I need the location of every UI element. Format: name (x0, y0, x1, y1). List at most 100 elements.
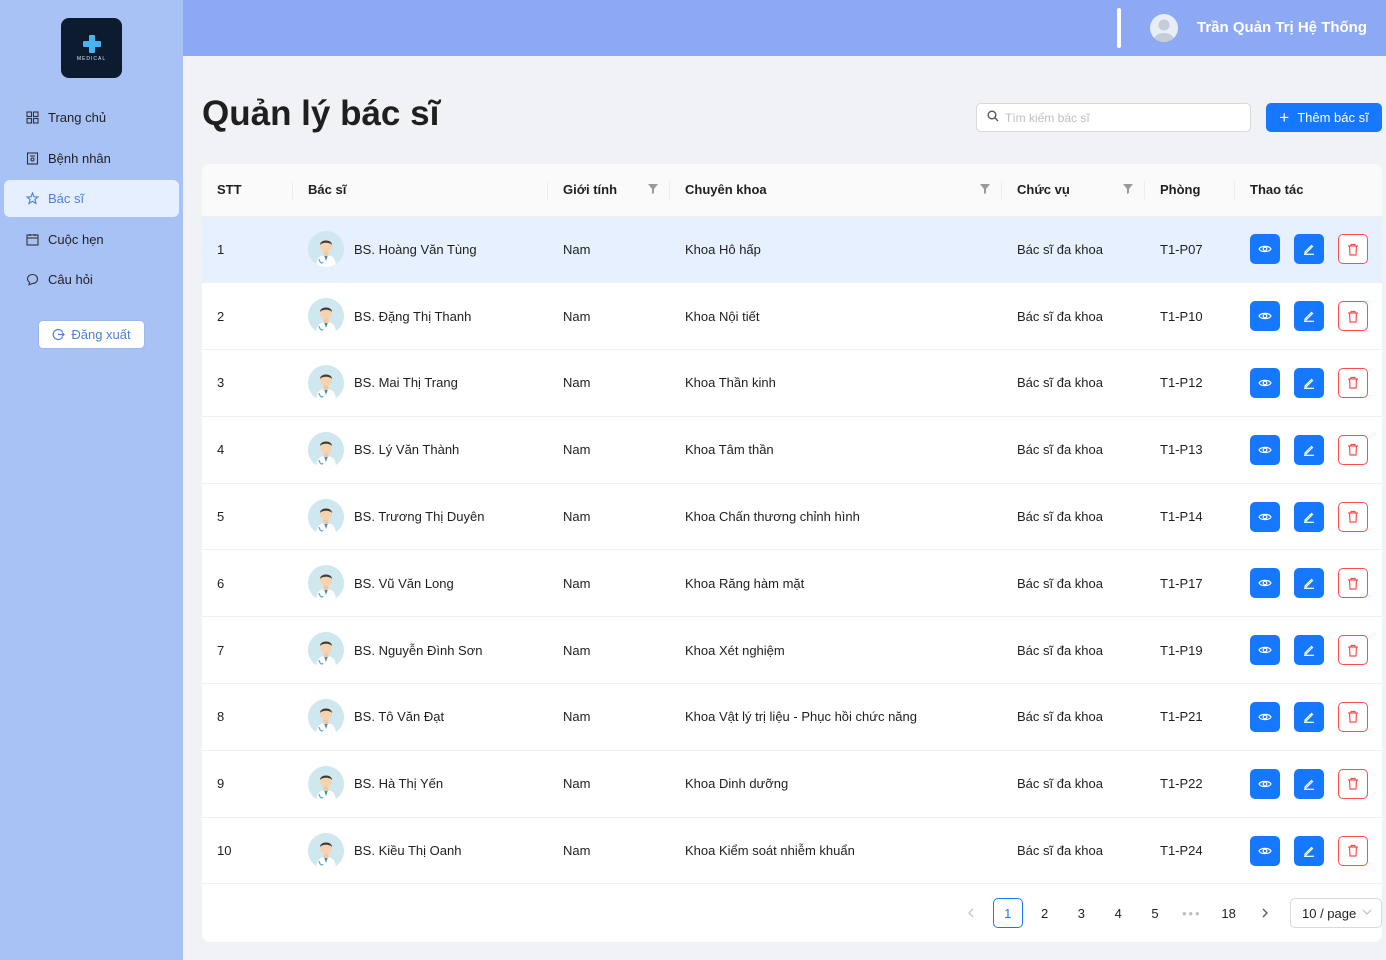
sidebar-item-label: Câu hỏi (48, 272, 93, 287)
user-avatar-icon[interactable] (1150, 14, 1178, 42)
cell-room: T1-P12 (1145, 349, 1235, 417)
edit-button[interactable] (1294, 635, 1324, 666)
cell-stt: 10 (202, 817, 293, 885)
edit-button[interactable] (1294, 768, 1324, 799)
app-logo[interactable]: MEDICAL (61, 18, 122, 78)
doctor-name: BS. Vũ Văn Long (354, 575, 454, 591)
page-size-value: 10 / page (1302, 905, 1357, 921)
cell-specialty: Khoa Răng hàm mặt (670, 549, 1002, 618)
table-row[interactable]: 4 BS. Lý Văn Thành Nam Khoa Tâm thần Bác sĩ … (202, 416, 1382, 484)
sidebar-item-label: Cuộc hẹn (48, 231, 104, 247)
cell-position: Bác sĩ đa khoa (1002, 750, 1145, 818)
delete-button[interactable] (1338, 301, 1368, 332)
page-button-5[interactable]: 5 (1140, 898, 1170, 928)
page-ellipsis[interactable]: ••• (1177, 898, 1207, 928)
edit-button[interactable] (1294, 434, 1324, 465)
cell-specialty: Khoa Hô hấp (670, 216, 1002, 284)
delete-button[interactable] (1338, 234, 1368, 265)
cell-gender: Nam (548, 683, 670, 751)
cell-doctor: BS. Đặng Thị Thanh (293, 282, 548, 351)
cell-actions (1235, 817, 1382, 885)
doctor-avatar (308, 498, 344, 535)
delete-button[interactable] (1338, 367, 1368, 398)
plus-icon: + (1279, 108, 1290, 127)
table-row[interactable]: 6 BS. Vũ Văn Long Nam Khoa Răng hàm mặt Bác … (202, 549, 1382, 618)
column-header-room: Phòng (1145, 164, 1235, 217)
edit-button[interactable] (1294, 501, 1324, 532)
delete-button[interactable] (1338, 701, 1368, 732)
cell-actions (1235, 282, 1382, 351)
edit-button[interactable] (1294, 301, 1324, 332)
cell-stt: 3 (202, 349, 293, 417)
page-button-2[interactable]: 2 (1030, 898, 1060, 928)
prev-page-button[interactable] (956, 898, 986, 928)
view-button[interactable] (1250, 301, 1280, 332)
view-button[interactable] (1250, 701, 1280, 732)
view-button[interactable] (1250, 568, 1280, 599)
sidebar-item-questions[interactable]: Câu hỏi (4, 261, 179, 298)
view-button[interactable] (1250, 635, 1280, 666)
next-page-button[interactable] (1250, 898, 1280, 928)
edit-button[interactable] (1294, 367, 1324, 398)
top-header: Trần Quản Trị Hệ Thống (183, 0, 1386, 56)
filter-icon[interactable] (980, 184, 990, 194)
edit-button[interactable] (1294, 701, 1324, 732)
add-doctor-button[interactable]: + Thêm bác sĩ (1266, 103, 1382, 132)
logout-button[interactable]: Đăng xuất (38, 320, 145, 349)
sidebar-item-appointments[interactable]: Cuộc hẹn (4, 221, 179, 258)
table-row[interactable]: 2 BS. Đặng Thị Thanh Nam Khoa Nội tiết Bác s… (202, 282, 1382, 351)
cell-actions (1235, 216, 1382, 284)
view-button[interactable] (1250, 501, 1280, 532)
cell-stt: 8 (202, 683, 293, 751)
doctor-avatar (308, 632, 344, 669)
delete-button[interactable] (1338, 568, 1368, 599)
view-button[interactable] (1250, 234, 1280, 265)
doctor-avatar (308, 698, 344, 735)
delete-button[interactable] (1338, 835, 1368, 866)
search-box[interactable] (976, 103, 1251, 132)
column-header-position[interactable]: Chức vụ (1002, 164, 1145, 217)
table-row[interactable]: 9 BS. Hà Thị Yến Nam Khoa Dinh dưỡng Bác sĩ … (202, 750, 1382, 818)
delete-button[interactable] (1338, 434, 1368, 465)
table-row[interactable]: 8 BS. Tô Văn Đạt Nam Khoa Vật lý trị liệu -… (202, 683, 1382, 751)
column-header-specialty[interactable]: Chuyên khoa (670, 164, 1002, 217)
table-row[interactable]: 7 BS. Nguyễn Đình Sơn Nam Khoa Xét nghiệm Bá… (202, 616, 1382, 685)
table-row[interactable]: 10 BS. Kiều Thị Oanh Nam Khoa Kiểm soát nhi… (202, 817, 1382, 885)
filter-icon[interactable] (1123, 184, 1133, 194)
view-button[interactable] (1250, 434, 1280, 465)
cell-specialty: Khoa Chấn thương chỉnh hình (670, 483, 1002, 551)
page-button-4[interactable]: 4 (1103, 898, 1133, 928)
sidebar-item-doctors[interactable]: Bác sĩ (4, 180, 179, 217)
page-size-select[interactable]: 10 / page (1290, 898, 1382, 928)
delete-button[interactable] (1338, 501, 1368, 532)
delete-button[interactable] (1338, 768, 1368, 799)
delete-button[interactable] (1338, 635, 1368, 666)
trash-icon (1347, 310, 1359, 323)
medical-cross-icon (82, 34, 101, 53)
cell-doctor: BS. Lý Văn Thành (293, 416, 548, 484)
filter-icon[interactable] (648, 184, 658, 194)
sidebar-item-label: Bác sĩ (48, 191, 85, 206)
page-button-1[interactable]: 1 (992, 898, 1023, 928)
search-input[interactable] (1005, 110, 1235, 125)
user-name[interactable]: Trần Quản Trị Hệ Thống (1197, 19, 1367, 36)
cell-actions (1235, 483, 1382, 551)
cell-stt: 9 (202, 750, 293, 818)
view-button[interactable] (1250, 835, 1280, 866)
page-button-3[interactable]: 3 (1066, 898, 1096, 928)
edit-icon (1303, 310, 1315, 323)
edit-button[interactable] (1294, 835, 1324, 866)
sidebar-item-patients[interactable]: Bệnh nhân (4, 140, 179, 177)
column-header-gender[interactable]: Giới tính (548, 164, 670, 217)
table-row[interactable]: 1 BS. Hoàng Văn Tùng Nam Khoa Hô hấp Bác sĩ … (202, 216, 1382, 284)
view-button[interactable] (1250, 768, 1280, 799)
table-row[interactable]: 5 BS. Trương Thị Duyên Nam Khoa Chấn thương… (202, 483, 1382, 551)
doctor-name: BS. Đặng Thị Thanh (354, 308, 472, 324)
page-button-last[interactable]: 18 (1214, 898, 1244, 928)
table-row[interactable]: 3 BS. Mai Thị Trang Nam Khoa Thần kinh Bác s… (202, 349, 1382, 417)
edit-button[interactable] (1294, 568, 1324, 599)
sidebar-item-home[interactable]: Trang chủ (4, 99, 179, 136)
cell-gender: Nam (548, 416, 670, 484)
view-button[interactable] (1250, 367, 1280, 398)
edit-button[interactable] (1294, 234, 1324, 265)
